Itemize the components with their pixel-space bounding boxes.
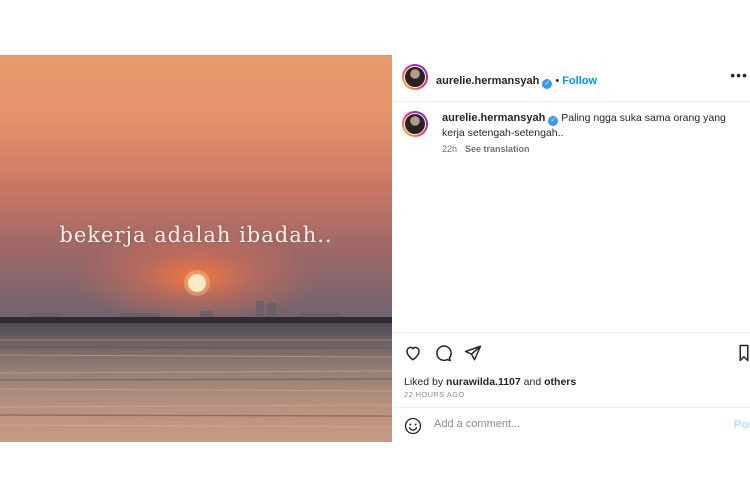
post-image[interactable]: bekerja adalah ibadah.. (0, 55, 392, 442)
post-comment-button[interactable]: Post (734, 419, 750, 431)
caption-time: 22h (442, 144, 458, 154)
likes-prefix: Liked by (404, 376, 444, 388)
post-timestamp[interactable]: 22 HOURS AGO (404, 390, 465, 399)
verified-badge-icon: ✓ (542, 79, 553, 89)
emoji-icon[interactable] (404, 417, 422, 435)
caption-verified-icon: ✓ (548, 116, 559, 126)
heart-icon[interactable] (404, 344, 422, 362)
likes-others-link[interactable]: others (544, 376, 576, 388)
comment-icon[interactable] (434, 344, 452, 362)
comment-input[interactable] (434, 418, 704, 430)
author-avatar[interactable] (402, 64, 428, 90)
bookmark-icon[interactable] (738, 344, 750, 362)
image-overlay-text: bekerja adalah ibadah.. (59, 223, 333, 247)
post-header: aurelie.hermansyah ✓ • Follow ••• (392, 55, 750, 102)
header-user-line: aurelie.hermansyah ✓ • Follow (436, 71, 597, 89)
liked-by-user-link[interactable]: nurawilda.1107 (446, 376, 521, 388)
share-icon[interactable] (464, 344, 482, 362)
post-side-panel: aurelie.hermansyah ✓ • Follow ••• aurelie.h… (392, 55, 750, 442)
likes-line: Liked by nurawilda.1107 and others (404, 376, 576, 388)
caption-username[interactable]: aurelie.hermansyah (442, 112, 545, 124)
comment-bar: Post (392, 407, 750, 444)
caption-meta: 22h See translation (442, 144, 530, 154)
likes-conjunction: and (523, 376, 542, 388)
header-username[interactable]: aurelie.hermansyah (436, 75, 539, 87)
caption-avatar[interactable] (402, 111, 428, 137)
header-separator: • (555, 75, 560, 87)
follow-button[interactable]: Follow (562, 75, 597, 87)
sunset-photo (0, 55, 392, 442)
see-translation-link[interactable]: See translation (465, 144, 530, 154)
post-actions: Liked by nurawilda.1107 and others 22 HO… (392, 332, 750, 443)
more-options-icon[interactable]: ••• (730, 67, 748, 83)
caption-text: aurelie.hermansyah ✓ Paling ngga suka sam… (442, 111, 742, 141)
